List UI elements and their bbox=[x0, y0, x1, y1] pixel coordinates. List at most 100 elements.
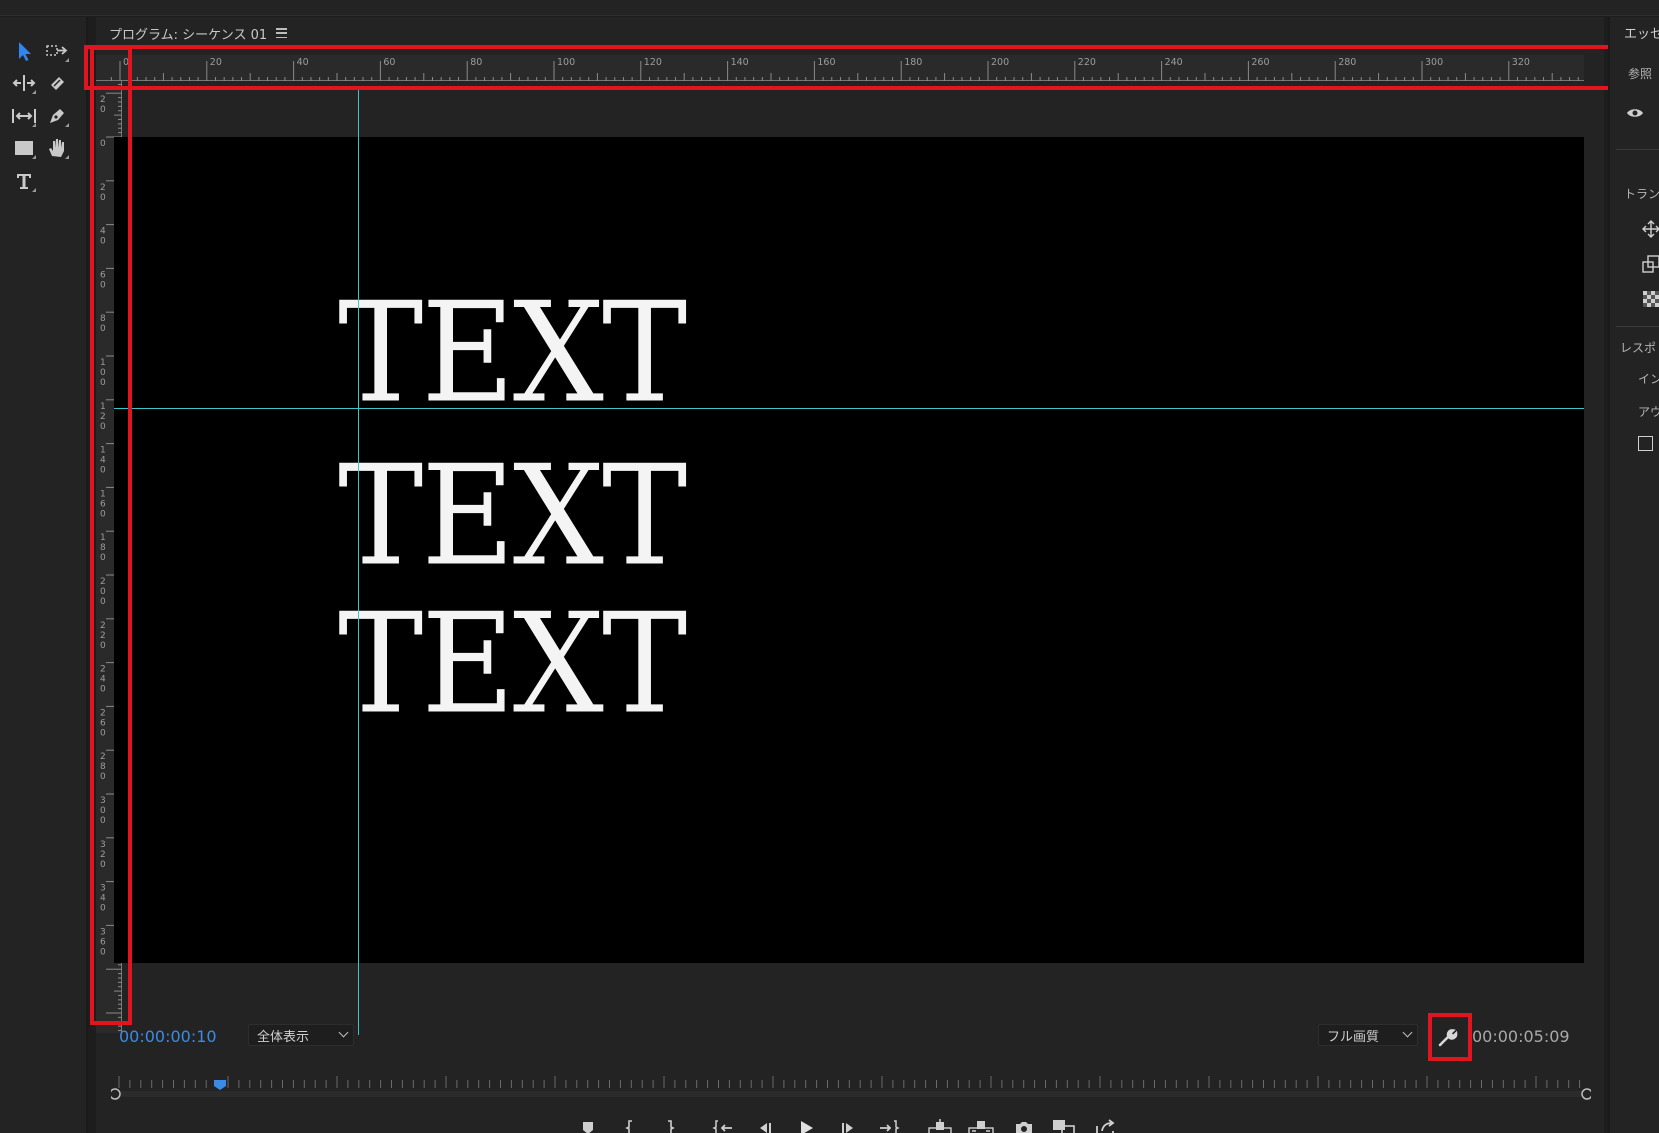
top-strip bbox=[0, 0, 1659, 16]
ruler-label: 60 bbox=[100, 270, 106, 290]
panel-header[interactable]: エッセ bbox=[1624, 23, 1659, 42]
razor-icon[interactable] bbox=[42, 68, 72, 98]
ruler-label: 0 bbox=[123, 57, 129, 68]
checkbox[interactable] bbox=[1638, 436, 1653, 451]
horizontal-ruler[interactable]: 0 20 40 60 80 100 120 140 160 180 200 220 240 260 280 3… bbox=[96, 55, 1584, 81]
selection-tool-icon[interactable] bbox=[9, 36, 39, 66]
ruler-label: 20 bbox=[210, 57, 222, 68]
text-layer-1[interactable]: TEXT bbox=[338, 284, 687, 423]
hand-icon[interactable] bbox=[42, 133, 72, 163]
settings-button[interactable] bbox=[1430, 1018, 1464, 1058]
step-back-button[interactable] bbox=[752, 1115, 778, 1133]
playback-resolution-value: フル画質 bbox=[1327, 1029, 1380, 1045]
ruler-label: 260 bbox=[100, 708, 106, 738]
text-layer-2[interactable]: TEXT bbox=[338, 447, 687, 586]
mark-in-button[interactable] bbox=[617, 1115, 643, 1133]
monitor-header: プログラム: シーケンス 01 bbox=[96, 17, 1604, 45]
browse-tab[interactable]: 参照 bbox=[1628, 65, 1652, 82]
ruler-label: 40 bbox=[100, 227, 106, 247]
go-to-out-icon bbox=[880, 1120, 900, 1133]
ruler-label: 280 bbox=[1338, 57, 1356, 68]
in-label: イン bbox=[1638, 372, 1659, 386]
track-select-forward-icon[interactable] bbox=[42, 36, 72, 66]
time-ruler-scrubber[interactable] bbox=[111, 1074, 1591, 1104]
mark-in-icon bbox=[625, 1120, 632, 1133]
slip-icon[interactable] bbox=[9, 101, 39, 131]
tools-panel bbox=[0, 17, 88, 1133]
text-layer-3[interactable]: TEXT bbox=[338, 595, 687, 734]
playback-resolution-select[interactable]: フル画質 bbox=[1318, 1024, 1418, 1046]
current-timecode[interactable]: 00:00:00:10 bbox=[119, 1027, 217, 1046]
ruler-label: 0 bbox=[100, 139, 106, 149]
step-forward-button[interactable] bbox=[835, 1115, 861, 1133]
ruler-label: 160 bbox=[817, 57, 835, 68]
ruler-label: 160 bbox=[100, 489, 106, 519]
play-button[interactable] bbox=[793, 1115, 819, 1133]
program-monitor-panel: プログラム: シーケンス 01 0 20 40 60 80 100 120 140 160 180… bbox=[84, 17, 1614, 1133]
ruler-label: 320 bbox=[100, 840, 106, 870]
ruler-label: 140 bbox=[731, 57, 749, 68]
chevron-down-icon bbox=[338, 1027, 349, 1038]
premiere-window: プログラム: シーケンス 01 0 20 40 60 80 100 120 140 160 180… bbox=[0, 0, 1659, 1133]
ruler-label: 60 bbox=[383, 57, 395, 68]
lift-button[interactable] bbox=[927, 1115, 953, 1133]
ruler-label: 120 bbox=[100, 402, 106, 432]
scale-icon bbox=[1642, 255, 1659, 273]
monitor-title[interactable]: プログラム: シーケンス 01 bbox=[109, 24, 267, 43]
chevron-down-icon bbox=[1402, 1027, 1413, 1038]
comparison-view-button[interactable] bbox=[1051, 1115, 1077, 1133]
wrench-icon bbox=[1438, 1029, 1458, 1047]
ruler-label: 220 bbox=[100, 621, 106, 651]
ruler-label: 100 bbox=[100, 358, 106, 388]
horizontal-guide[interactable] bbox=[114, 408, 1584, 409]
ruler-label: 180 bbox=[100, 533, 106, 563]
ruler-label: 80 bbox=[100, 314, 106, 334]
program-canvas[interactable]: TEXT TEXT TEXT bbox=[114, 137, 1584, 963]
ruler-label: 320 bbox=[1512, 57, 1530, 68]
panel-menu-icon[interactable] bbox=[276, 28, 287, 38]
vertical-guide[interactable] bbox=[358, 87, 359, 1035]
zoom-scroll-bar[interactable] bbox=[115, 1091, 1587, 1097]
out-label: アウ bbox=[1638, 405, 1659, 419]
ruler-label: 220 bbox=[1078, 57, 1096, 68]
mark-out-button[interactable] bbox=[657, 1115, 683, 1133]
pen-icon[interactable] bbox=[42, 101, 72, 131]
ruler-label: 100 bbox=[557, 57, 575, 68]
divider bbox=[1616, 326, 1659, 327]
ruler-label: 200 bbox=[100, 577, 106, 607]
divider bbox=[1616, 149, 1659, 150]
ruler-label: 300 bbox=[1425, 57, 1443, 68]
go-to-in-button[interactable] bbox=[710, 1115, 736, 1133]
rectangle-icon[interactable] bbox=[9, 133, 39, 163]
ruler-label: 280 bbox=[100, 752, 106, 782]
ruler-label: 300 bbox=[100, 796, 106, 826]
ruler-label: 180 bbox=[904, 57, 922, 68]
marker-icon bbox=[583, 1122, 593, 1133]
transform-section-label: トラン bbox=[1624, 187, 1659, 201]
export-frame-button[interactable] bbox=[1011, 1115, 1037, 1133]
export-button[interactable] bbox=[1093, 1115, 1119, 1133]
extract-button[interactable] bbox=[968, 1115, 994, 1133]
go-to-out-button[interactable] bbox=[876, 1115, 902, 1133]
duration-timecode: 00:00:05:09 bbox=[1472, 1027, 1570, 1046]
essential-graphics-panel: エッセ 参照 トラン レスポ イン アウ bbox=[1608, 17, 1659, 1133]
zoom-level-select[interactable]: 全体表示 bbox=[248, 1024, 354, 1046]
type-icon[interactable] bbox=[9, 166, 39, 196]
ruler-label: 140 bbox=[100, 446, 106, 476]
ruler-label: 260 bbox=[1251, 57, 1269, 68]
zoom-handle-right[interactable] bbox=[1581, 1088, 1591, 1100]
ruler-label: 20 bbox=[100, 183, 106, 203]
ruler-label: 240 bbox=[100, 665, 106, 695]
play-icon bbox=[801, 1121, 813, 1133]
responsive-section-label: レスポ bbox=[1620, 341, 1657, 355]
ruler-label: 40 bbox=[297, 57, 309, 68]
zoom-handle-left[interactable] bbox=[111, 1088, 121, 1100]
ripple-edit-icon[interactable] bbox=[9, 68, 39, 98]
playhead[interactable] bbox=[214, 1080, 226, 1090]
add-marker-button[interactable] bbox=[575, 1115, 601, 1133]
camera-icon bbox=[1016, 1122, 1032, 1133]
eye-icon[interactable] bbox=[1626, 107, 1644, 119]
comparison-view-icon bbox=[1053, 1120, 1075, 1133]
ruler-label: 240 bbox=[1165, 57, 1183, 68]
ruler-label: 20 bbox=[100, 95, 106, 115]
